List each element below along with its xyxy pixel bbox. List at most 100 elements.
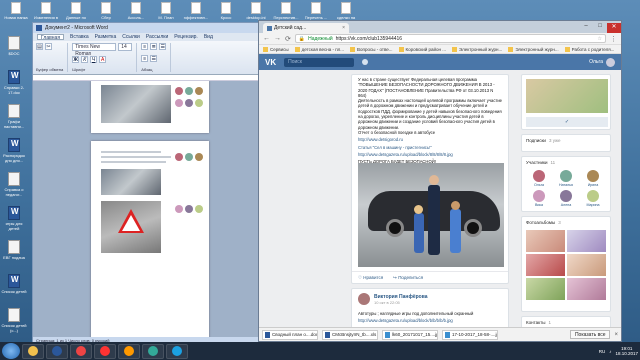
cut-icon[interactable]: ✂ (45, 43, 52, 50)
font-color-icon[interactable]: A (99, 55, 107, 63)
bookmark-item[interactable]: детская весна - пл... (294, 46, 344, 52)
member-item[interactable]: Наталья (554, 170, 578, 187)
font-name-select[interactable]: Times New Roman (72, 43, 117, 57)
volume-icon[interactable]: ♪ (609, 349, 611, 354)
avatar[interactable] (358, 293, 370, 305)
document-area[interactable] (33, 81, 271, 337)
close-downloads-icon[interactable]: × (614, 332, 618, 338)
post-author[interactable]: Виктория Панфёрова (374, 294, 428, 300)
share-button[interactable]: ↪ Поделиться (393, 275, 423, 281)
show-all-downloads-button[interactable]: Показать все (569, 330, 611, 339)
desktop-icon[interactable]: Графи наставни... (0, 104, 28, 134)
address-bar[interactable]: 🔒 Надежный https://vk.com/club135944416 … (294, 34, 606, 43)
download-item[interactable]: 17-10-2017_18-58-....jpg (442, 329, 498, 340)
download-item[interactable]: Сводный план о....docx (262, 329, 318, 340)
member-item[interactable]: Марина (581, 190, 605, 207)
language-indicator[interactable]: RU (599, 349, 606, 354)
minimize-button[interactable]: – (579, 23, 593, 33)
ribbon-tab[interactable]: Главная (37, 34, 65, 41)
star-icon[interactable]: ☆ (598, 36, 602, 42)
album-thumb[interactable] (526, 230, 565, 252)
bookmark-item[interactable]: Вопросы - отве... (350, 46, 393, 52)
member-item[interactable]: Ольга (527, 170, 551, 187)
download-item[interactable]: CMcBnsjtyIrN_tb....xls (322, 329, 378, 340)
desktop-icon[interactable]: игры для детей (0, 206, 28, 236)
album-thumb[interactable] (526, 254, 565, 276)
taskbar-paint-button[interactable] (142, 343, 164, 359)
bookmark-item[interactable]: Сервисы (263, 46, 289, 52)
desktop-icon[interactable]: Список детей (с...) (0, 308, 28, 338)
reload-icon[interactable]: ⟳ (285, 35, 291, 43)
like-button[interactable]: ♡ Нравится (358, 275, 383, 281)
document-page[interactable] (91, 141, 209, 337)
desktop-icon[interactable]: $DOC (0, 36, 28, 66)
pasted-image[interactable] (101, 85, 171, 123)
desktop-icon[interactable]: ЕВГ подача (0, 240, 28, 270)
desktop-icon[interactable]: Новая папка (2, 2, 30, 28)
font-size-select[interactable]: 14 (118, 43, 133, 51)
desktop-icon[interactable]: Список детей (0, 274, 28, 304)
subscribe-button[interactable]: ✓ (526, 117, 608, 127)
start-button[interactable] (2, 343, 20, 359)
paste-icon[interactable]: ▤ (36, 43, 43, 50)
clock[interactable]: 19:01 18.10.2017 (615, 346, 638, 357)
back-icon[interactable]: ← (263, 35, 270, 42)
ribbon-tab[interactable]: Вставка (70, 34, 89, 40)
menu-icon[interactable]: ⋮ (610, 35, 617, 43)
download-item[interactable]: lk60_20171017_15....jpg (382, 329, 438, 340)
taskbar-chrome-button[interactable] (70, 343, 92, 359)
contacts-label[interactable]: Контакты (526, 320, 545, 325)
taskbar-explorer-button[interactable] (22, 343, 44, 359)
maximize-button[interactable]: □ (593, 23, 607, 33)
taskbar-word-button[interactable] (46, 343, 68, 359)
photos-label[interactable]: Фотоальбомы (526, 220, 555, 225)
subscriptions-card[interactable]: Подписки 3 уже (521, 134, 611, 152)
album-thumb[interactable] (567, 254, 606, 276)
bookmark-item[interactable]: Коровский район ... (398, 46, 446, 52)
word-window[interactable]: Документ2 - Microsoft Word Главная Вставк… (32, 22, 272, 346)
desktop-icon[interactable]: Распорядок дня для... (0, 138, 28, 168)
album-thumb[interactable] (526, 278, 565, 300)
ribbon-tab[interactable]: Разметка (95, 34, 117, 40)
vk-user-menu[interactable]: Ольга (589, 57, 615, 67)
tab-vk[interactable]: Детский сад... × (263, 23, 349, 33)
align-center-icon[interactable]: ≡ (141, 55, 149, 62)
italic-button[interactable]: К (81, 55, 89, 63)
close-button[interactable]: ✕ (607, 23, 621, 33)
ribbon-tab[interactable]: Рассылки (146, 34, 168, 40)
post-link[interactable]: http://www.detsigorod.ru (352, 137, 508, 144)
bullets-icon[interactable]: ≡ (141, 43, 149, 50)
post-link[interactable]: http://www.detsgazeta.ru/upload/block/8/… (352, 152, 508, 159)
document-page[interactable] (91, 81, 209, 133)
ribbon-tab[interactable]: Рецензир. (174, 34, 198, 40)
group-cover-image[interactable] (526, 79, 608, 113)
members-label[interactable]: Участники (526, 160, 548, 165)
bookmark-item[interactable]: Электронный журн... (452, 46, 502, 52)
taskbar-yandex-button[interactable] (94, 343, 116, 359)
taskbar-media-button[interactable] (118, 343, 140, 359)
ribbon-tab[interactable]: Вид (204, 34, 213, 40)
desktop-icon[interactable]: Справка о педагог... (0, 172, 28, 202)
chrome-window[interactable]: Детский сад... × – □ ✕ ← → ⟳ 🔒 Надежный … (258, 20, 622, 342)
forward-icon[interactable]: → (274, 35, 281, 42)
numbering-icon[interactable]: ≣ (150, 43, 158, 50)
vk-search-input[interactable]: Поиск (284, 57, 355, 67)
bell-icon[interactable] (362, 59, 369, 65)
post-photo[interactable] (358, 163, 504, 267)
justify-icon[interactable]: ☰ (150, 55, 158, 62)
taskbar-skype-button[interactable] (166, 343, 188, 359)
post-link[interactable]: Статья "Сел в машину - пристегнись!" (352, 145, 508, 152)
album-thumb[interactable] (567, 230, 606, 252)
member-item[interactable]: Вика (527, 190, 551, 207)
pasted-image[interactable] (101, 169, 161, 195)
bookmark-item[interactable]: Электронный журн... (508, 46, 559, 52)
tab-close-icon[interactable]: × (342, 25, 345, 31)
underline-button[interactable]: Ч (90, 55, 98, 63)
vk-logo[interactable]: VK (265, 58, 276, 67)
ribbon-tab[interactable]: Ссылки (122, 34, 140, 40)
post-date[interactable]: 10 окт в 22:05 (374, 300, 428, 305)
align-left-icon[interactable]: ☰ (159, 43, 167, 50)
member-item[interactable]: Ирина (581, 170, 605, 187)
pasted-image[interactable] (101, 201, 161, 253)
member-item[interactable]: Алена (554, 190, 578, 207)
